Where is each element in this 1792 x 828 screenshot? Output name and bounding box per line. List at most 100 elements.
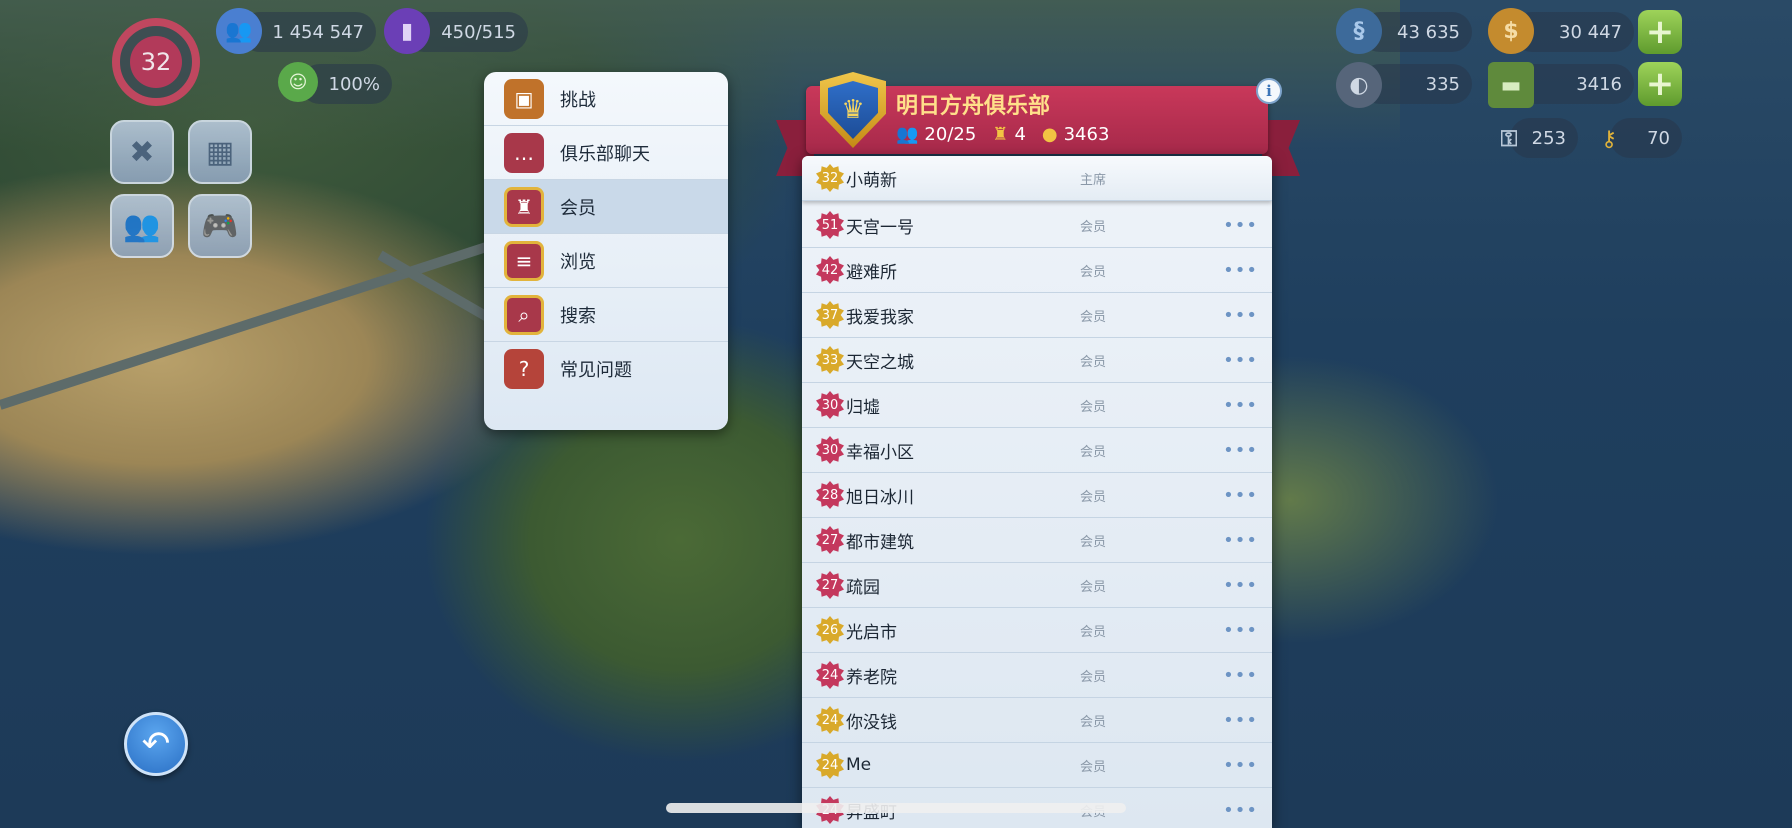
level-ring[interactable]: 32 xyxy=(112,18,200,106)
member-level-badge: 32 xyxy=(816,164,844,192)
member-role: 会员 xyxy=(1080,309,1107,325)
member-name: 归墟 xyxy=(846,397,880,418)
member-name: 旭日冰川 xyxy=(846,487,914,508)
points-coin-icon: ● xyxy=(1041,124,1058,145)
more-options-icon[interactable]: ••• xyxy=(1223,260,1258,281)
member-role: 会员 xyxy=(1080,399,1107,415)
tower-icon: ♜ xyxy=(992,124,1009,145)
road xyxy=(0,227,535,410)
neo-icon: ◐ xyxy=(1336,62,1382,108)
member-level-badge: 27 xyxy=(816,571,844,599)
build-tools-button[interactable]: ✖ xyxy=(110,120,174,184)
member-role: 会员 xyxy=(1080,534,1107,550)
info-button[interactable]: i xyxy=(1256,78,1282,104)
member-row[interactable]: 24 Me 会员 ••• xyxy=(802,743,1272,788)
more-options-icon[interactable]: ••• xyxy=(1223,665,1258,686)
member-level-badge: 28 xyxy=(816,481,844,509)
member-name: 疏园 xyxy=(846,577,880,598)
club-name: 明日方舟俱乐部 xyxy=(896,94,1051,119)
more-options-icon[interactable]: ••• xyxy=(1223,305,1258,326)
more-options-icon[interactable]: ••• xyxy=(1223,800,1258,821)
menu-item-members[interactable]: ♜ 会员 xyxy=(484,180,728,234)
member-role: 会员 xyxy=(1080,219,1107,235)
member-row[interactable]: 24 养老院 会员 ••• xyxy=(802,653,1272,698)
menu-item-faq[interactable]: ? 常见问题 xyxy=(484,342,728,396)
member-role: 会员 xyxy=(1080,759,1107,775)
menu-item-challenges[interactable]: ▣ 挑战 xyxy=(484,72,728,126)
member-role: 会员 xyxy=(1080,624,1107,640)
member-name: 养老院 xyxy=(846,667,897,688)
more-options-icon[interactable]: ••• xyxy=(1223,350,1258,371)
neo-value: 335 xyxy=(1425,73,1460,95)
member-name: 都市建筑 xyxy=(846,532,914,553)
member-name: 我爱我家 xyxy=(846,307,914,328)
games-button[interactable]: 🎮 xyxy=(188,194,252,258)
buy-simcash-button[interactable]: + xyxy=(1638,10,1682,54)
more-options-icon[interactable]: ••• xyxy=(1223,215,1258,236)
member-row[interactable]: 30 幸福小区 会员 ••• xyxy=(802,428,1272,473)
buy-cash-button[interactable]: + xyxy=(1638,62,1682,106)
more-options-icon[interactable]: ••• xyxy=(1223,620,1258,641)
storage-icon: ▮ xyxy=(384,8,430,54)
menu-item-club-chat[interactable]: … 俱乐部聊天 xyxy=(484,126,728,180)
more-options-icon[interactable]: ••• xyxy=(1223,575,1258,596)
member-name: 你没钱 xyxy=(846,712,897,733)
platinum-key-icon: ⚿ xyxy=(1500,126,1518,152)
more-options-icon[interactable]: ••• xyxy=(1223,440,1258,461)
member-level-badge: 24 xyxy=(816,706,844,734)
member-name: 幸福小区 xyxy=(846,442,914,463)
population-value: 1 454 547 xyxy=(272,21,364,43)
simcash-value: 30 447 xyxy=(1559,21,1622,43)
member-row[interactable]: 30 归墟 会员 ••• xyxy=(802,383,1272,428)
menu-item-search[interactable]: ⌕ 搜索 xyxy=(484,288,728,342)
members-icon: 👥 xyxy=(896,124,919,145)
golden-key-icon: ⚷ xyxy=(1600,126,1618,152)
member-row[interactable]: 42 避难所 会员 ••• xyxy=(802,248,1272,293)
more-options-icon[interactable]: ••• xyxy=(1223,710,1258,731)
search-shield-icon: ⌕ xyxy=(504,294,544,335)
member-row[interactable]: 24 你没钱 会员 ••• xyxy=(802,698,1272,743)
platinum-keys-value: 253 xyxy=(1531,127,1566,149)
more-options-icon[interactable]: ••• xyxy=(1223,485,1258,506)
member-name: Me xyxy=(846,755,872,775)
club-points: 3463 xyxy=(1063,124,1110,145)
member-role: 主席 xyxy=(1080,172,1107,188)
member-row[interactable]: 26 光启市 会员 ••• xyxy=(802,608,1272,653)
calendar-button[interactable]: ▦ xyxy=(188,120,252,184)
member-row[interactable]: 51 天宫一号 会员 ••• xyxy=(802,203,1272,248)
menu-item-browse[interactable]: ≡ 浏览 xyxy=(484,234,728,288)
member-role: 会员 xyxy=(1080,714,1107,730)
member-level-badge: 27 xyxy=(816,526,844,554)
menu-item-label: 俱乐部聊天 xyxy=(560,143,650,165)
menu-item-label: 挑战 xyxy=(560,89,596,111)
member-row-leader[interactable]: 32 小萌新 主席 xyxy=(802,156,1272,201)
club-menu: ▣ 挑战 … 俱乐部聊天 ♜ 会员 ≡ 浏览 ⌕ 搜索 ? 常见问题 xyxy=(484,72,728,430)
club-rank: 4 xyxy=(1014,124,1026,145)
member-role: 会员 xyxy=(1080,444,1107,460)
member-role: 会员 xyxy=(1080,489,1107,505)
cash-bills-icon: ▬ xyxy=(1488,62,1534,108)
member-row[interactable]: 33 天空之城 会员 ••• xyxy=(802,338,1272,383)
back-button[interactable]: ↶ xyxy=(124,712,188,776)
more-options-icon[interactable]: ••• xyxy=(1223,755,1258,776)
more-options-icon[interactable]: ••• xyxy=(1223,530,1258,551)
more-options-icon[interactable]: ••• xyxy=(1223,395,1258,416)
member-name: 避难所 xyxy=(846,262,897,283)
simcash-icon: $ xyxy=(1488,8,1534,54)
member-row[interactable]: 27 都市建筑 会员 ••• xyxy=(802,518,1272,563)
member-level-badge: 51 xyxy=(816,211,844,239)
cash-bills-value: 3416 xyxy=(1576,73,1622,95)
member-row[interactable]: 37 我爱我家 会员 ••• xyxy=(802,293,1272,338)
members-list: 32 小萌新 主席 51 天宫一号 会员 ••• 42 避难所 会员 ••• 37 我爱我家 会员 ••• 3… xyxy=(802,156,1272,828)
member-level-badge: 24 xyxy=(816,751,844,779)
member-name: 天空之城 xyxy=(846,352,914,373)
social-button[interactable]: 👥 xyxy=(110,194,174,258)
member-level-badge: 37 xyxy=(816,301,844,329)
level-badge: 32 xyxy=(130,36,182,88)
storage-value: 450/515 xyxy=(441,21,516,43)
home-indicator[interactable] xyxy=(666,803,1126,813)
member-name: 光启市 xyxy=(846,622,897,643)
member-row[interactable]: 28 旭日冰川 会员 ••• xyxy=(802,473,1272,518)
member-row[interactable]: 27 疏园 会员 ••• xyxy=(802,563,1272,608)
simoleons-value: 43 635 xyxy=(1397,21,1460,43)
